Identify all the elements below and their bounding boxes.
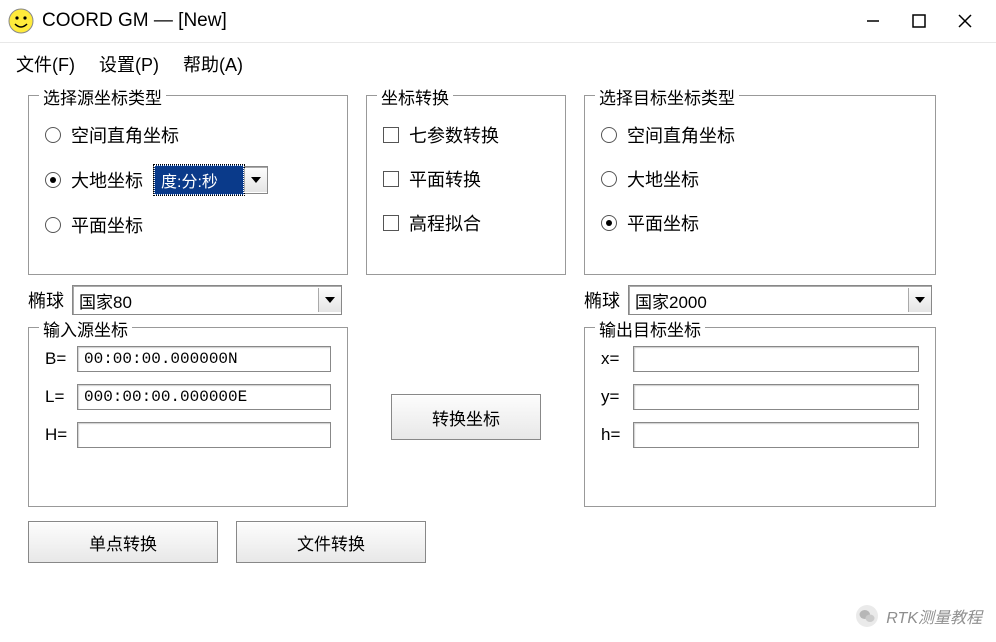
group-output-coords: 输出目标坐标 x= y= h= [584,327,936,507]
radio-icon [601,127,617,143]
combo-ellipsoid-source-value: 国家80 [73,286,318,315]
input-b-field[interactable]: 00:00:00.000000N [77,346,331,372]
minimize-button[interactable] [850,0,896,42]
maximize-button[interactable] [896,0,942,42]
main-area: 选择源坐标类型 空间直角坐标 大地坐标 度:分:秒 平面坐标 坐标转换 [0,85,996,573]
single-convert-button[interactable]: 单点转换 [28,521,218,563]
radio-label: 大地坐标 [71,167,143,193]
convert-button-area: 转换坐标 [366,327,566,507]
close-button[interactable] [942,0,988,42]
radio-icon [601,171,617,187]
chevron-down-icon[interactable] [318,288,341,312]
watermark-text: RTK测量教程 [886,604,982,628]
group-input-legend: 输入源坐标 [39,316,132,341]
menubar: 文件(F) 设置(P) 帮助(A) [0,43,996,85]
combo-ellipsoid-source[interactable]: 国家80 [72,285,342,315]
combo-dms-value: 度:分:秒 [154,165,244,195]
checkbox-icon [383,127,399,143]
output-y-label: y= [601,387,633,407]
menu-help[interactable]: 帮助(A) [183,51,243,77]
radio-label: 大地坐标 [627,166,699,192]
radio-label: 空间直角坐标 [627,122,735,148]
radio-icon [601,215,617,231]
chevron-down-icon[interactable] [244,168,267,192]
checkbox-label: 七参数转换 [409,122,499,148]
check-height-fit[interactable]: 高程拟合 [383,210,549,236]
menu-file[interactable]: 文件(F) [16,51,75,77]
radio-source-geodetic[interactable]: 大地坐标 度:分:秒 [45,166,331,194]
window-title: COORD GM — [New] [42,10,227,32]
group-target-type: 选择目标坐标类型 空间直角坐标 大地坐标 平面坐标 [584,95,936,275]
check-seven-param[interactable]: 七参数转换 [383,122,549,148]
menu-settings[interactable]: 设置(P) [99,51,159,77]
radio-target-geodetic[interactable]: 大地坐标 [601,166,919,192]
check-planar-transform[interactable]: 平面转换 [383,166,549,192]
wechat-icon [856,605,878,627]
output-h-label: h= [601,425,633,445]
input-b-label: B= [45,349,77,369]
checkbox-icon [383,215,399,231]
radio-target-cartesian[interactable]: 空间直角坐标 [601,122,919,148]
titlebar: COORD GM — [New] [0,0,996,43]
chevron-down-icon[interactable] [908,288,931,312]
radio-icon [45,127,61,143]
combo-ellipsoid-target[interactable]: 国家2000 [628,285,932,315]
combo-ellipsoid-target-value: 国家2000 [629,286,908,315]
convert-button[interactable]: 转换坐标 [391,394,541,440]
radio-label: 平面坐标 [71,212,143,238]
group-source-type-legend: 选择源坐标类型 [39,84,166,109]
group-transform: 坐标转换 七参数转换 平面转换 高程拟合 [366,95,566,275]
checkbox-label: 高程拟合 [409,210,481,236]
radio-target-planar[interactable]: 平面坐标 [601,210,919,236]
group-input-coords: 输入源坐标 B= 00:00:00.000000N L= 000:00:00.0… [28,327,348,507]
app-icon [8,8,34,34]
radio-label: 空间直角坐标 [71,122,179,148]
input-l-label: L= [45,387,77,407]
input-l-field[interactable]: 000:00:00.000000E [77,384,331,410]
group-transform-legend: 坐标转换 [377,84,453,109]
output-y-field[interactable] [633,384,919,410]
watermark: RTK测量教程 [856,604,982,628]
radio-source-planar[interactable]: 平面坐标 [45,212,331,238]
input-h-field[interactable] [77,422,331,448]
output-x-label: x= [601,349,633,369]
ellipsoid-source-label: 椭球 [28,287,64,313]
input-h-label: H= [45,425,77,445]
output-h-field[interactable] [633,422,919,448]
radio-icon [45,172,61,188]
group-target-type-legend: 选择目标坐标类型 [595,84,739,109]
checkbox-icon [383,171,399,187]
combo-dms[interactable]: 度:分:秒 [153,166,268,194]
output-x-field[interactable] [633,346,919,372]
group-source-type: 选择源坐标类型 空间直角坐标 大地坐标 度:分:秒 平面坐标 [28,95,348,275]
radio-source-cartesian[interactable]: 空间直角坐标 [45,122,331,148]
ellipsoid-target-label: 椭球 [584,287,620,313]
group-output-legend: 输出目标坐标 [595,316,705,341]
file-convert-button[interactable]: 文件转换 [236,521,426,563]
radio-icon [45,217,61,233]
checkbox-label: 平面转换 [409,166,481,192]
radio-label: 平面坐标 [627,210,699,236]
